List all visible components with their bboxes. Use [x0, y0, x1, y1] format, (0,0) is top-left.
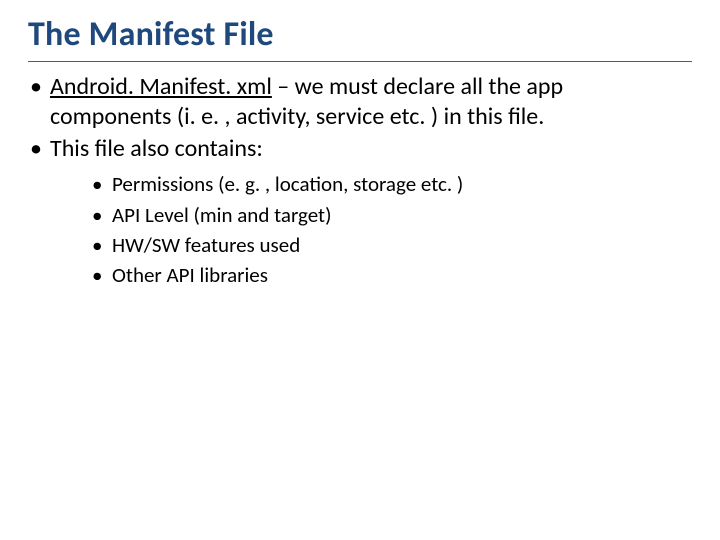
sub-bullet-text: API Level (min and target): [112, 202, 331, 228]
sub-bullet-item: Permissions (e. g. , location, storage e…: [92, 170, 686, 198]
bullet-item: Android. Manifest. xml – we must declare…: [28, 72, 686, 132]
slide-title: The Manifest File: [28, 16, 692, 57]
bullet-list: Android. Manifest. xml – we must declare…: [28, 72, 692, 289]
title-underline-rule: [28, 61, 692, 62]
sub-bullet-item: Other API libraries: [92, 261, 686, 289]
sub-bullet-text: Permissions (e. g. , location, storage e…: [112, 171, 463, 197]
bullet-text-underlined: Android. Manifest. xml: [50, 72, 272, 101]
sub-bullet-text: HW/SW features used: [112, 232, 300, 258]
sub-bullet-item: HW/SW features used: [92, 231, 686, 259]
sub-bullet-item: API Level (min and target): [92, 201, 686, 229]
slide: The Manifest File Android. Manifest. xml…: [0, 0, 720, 540]
sub-bullet-text: Other API libraries: [112, 262, 268, 288]
bullet-text: This file also contains:: [50, 134, 263, 163]
sub-bullet-list: Permissions (e. g. , location, storage e…: [92, 170, 686, 289]
bullet-item: This file also contains: Permissions (e.…: [28, 134, 686, 289]
